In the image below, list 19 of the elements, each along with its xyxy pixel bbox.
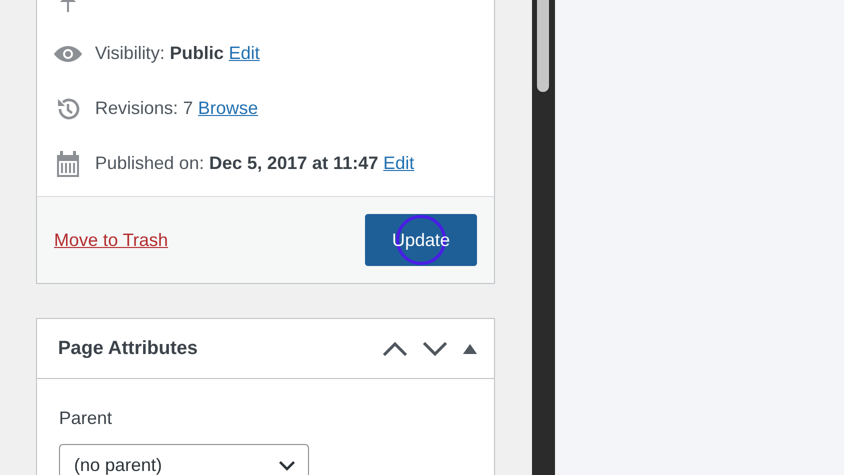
- browse-link[interactable]: Browse: [198, 98, 258, 118]
- collapse-icon[interactable]: [462, 342, 478, 354]
- edit-link[interactable]: Edit: [383, 153, 414, 173]
- revisions-text: Revisions: 7 Browse: [95, 98, 258, 119]
- parent-select[interactable]: (no parent): [59, 444, 309, 475]
- eye-icon: [53, 44, 83, 64]
- panel-title: Page Attributes: [58, 338, 199, 360]
- chevron-down-icon: [278, 460, 296, 472]
- parent-label: Parent: [59, 407, 114, 430]
- calendar-icon: [55, 150, 81, 178]
- move-to-trash-link[interactable]: Move to Trash: [54, 230, 168, 250]
- chevron-down-icon[interactable]: [422, 340, 448, 356]
- update-button[interactable]: Update: [365, 214, 477, 266]
- history-icon: [55, 96, 81, 122]
- schedule-text: Published on: Dec 5, 2017 at 11:47 Edit: [95, 153, 414, 174]
- visibility-text: Visibility: Public Edit: [95, 43, 260, 64]
- scrollbar-thumb[interactable]: [537, 0, 549, 92]
- edit-link[interactable]: Edit: [228, 43, 260, 63]
- chevron-up-icon[interactable]: [382, 340, 408, 356]
